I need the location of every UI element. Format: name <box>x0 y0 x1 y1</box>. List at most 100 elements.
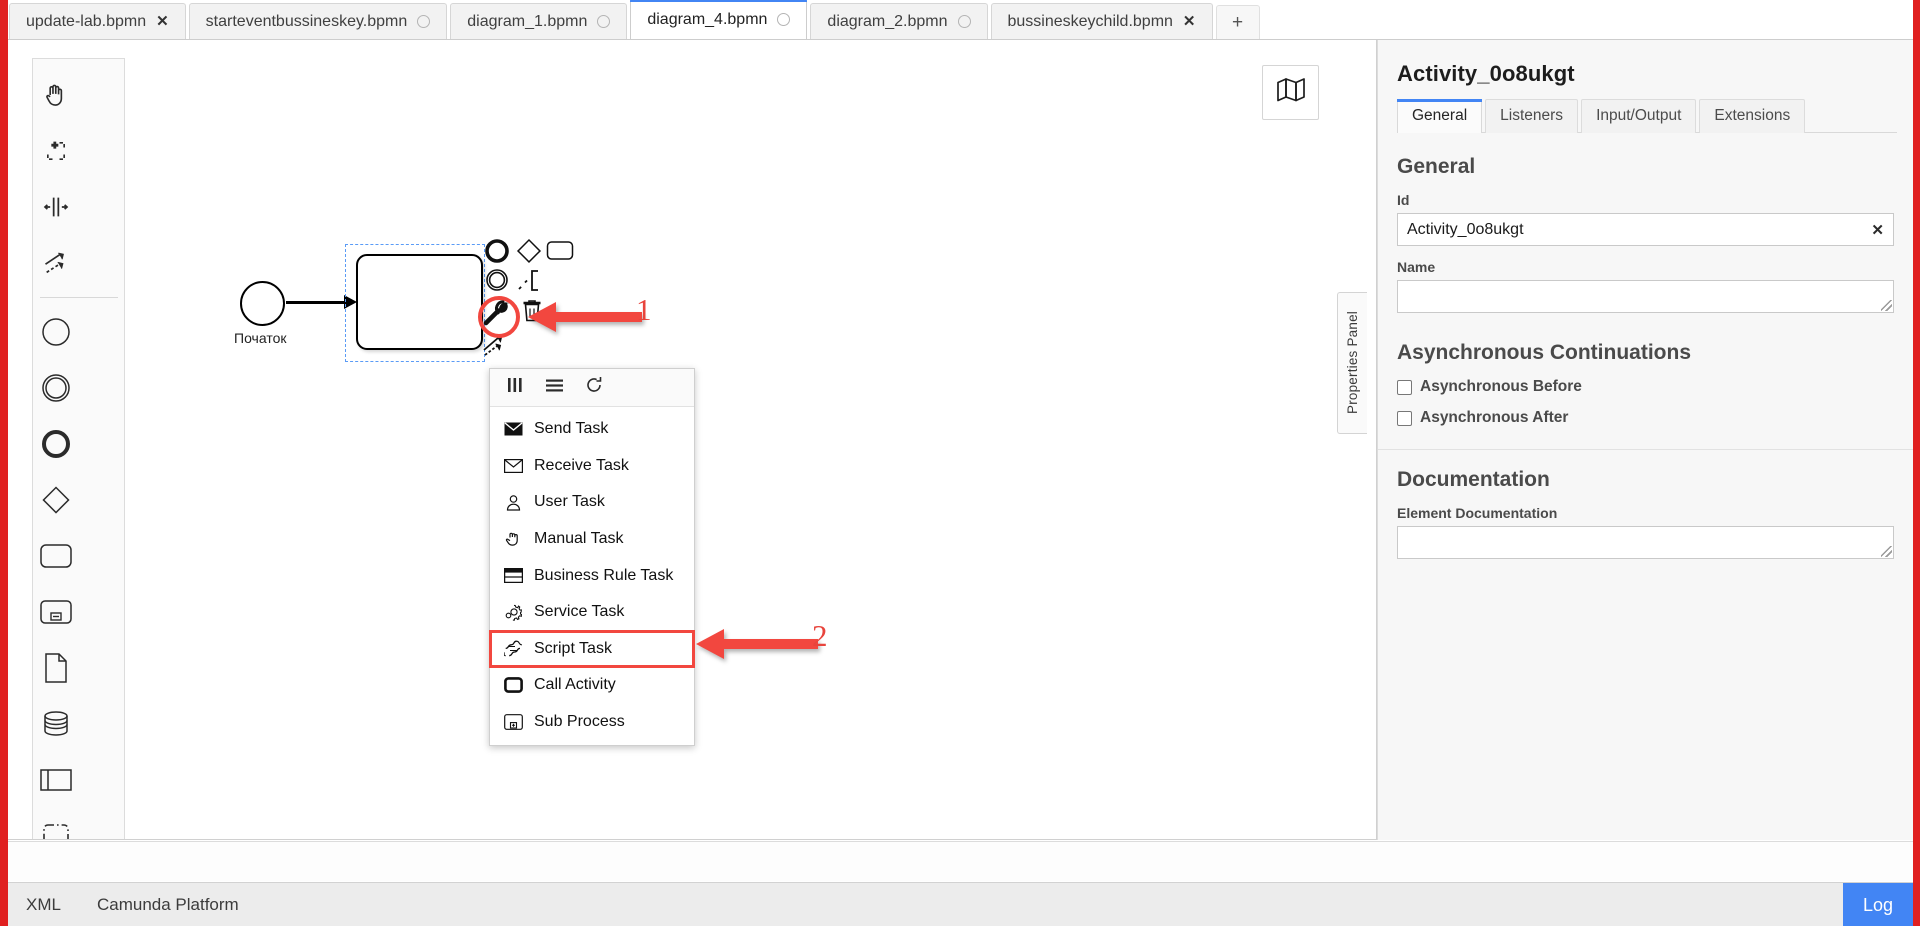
section-divider <box>1378 449 1913 450</box>
replace-item-call-activity[interactable]: Call Activity <box>490 667 694 704</box>
id-field-group: Id Activity_0o8ukgt ✕ <box>1397 192 1894 246</box>
loop-icon[interactable] <box>585 376 604 399</box>
clear-icon[interactable]: ✕ <box>1871 221 1884 239</box>
connect-tool-icon[interactable] <box>33 235 79 291</box>
group-icon[interactable] <box>33 808 79 839</box>
unsaved-dot-icon[interactable] <box>417 15 431 28</box>
name-field-label: Name <box>1397 259 1436 275</box>
replace-item-label: Call Activity <box>534 676 616 694</box>
append-text-annotation-icon[interactable] <box>516 267 546 295</box>
name-textarea[interactable] <box>1397 280 1894 313</box>
general-section-heading: General <box>1397 155 1476 178</box>
start-event-icon[interactable] <box>33 304 79 360</box>
replace-item-manual-task[interactable]: Manual Task <box>490 521 694 558</box>
editor-tab-5[interactable]: bussineskeychild.bpmn ✕ <box>990 3 1213 39</box>
append-intermediate-event-icon[interactable] <box>484 267 510 293</box>
editor-tab-label: starteventbussineskey.bpmn <box>205 12 408 30</box>
data-store-reference-icon[interactable] <box>33 696 79 752</box>
bpmn-canvas[interactable]: Початок Send Task Receive Task User Task… <box>8 40 1377 840</box>
replace-item-service-task[interactable]: Service Task <box>490 594 694 631</box>
replace-item-label: Service Task <box>534 603 625 621</box>
unsaved-dot-icon[interactable] <box>777 13 791 26</box>
log-button[interactable]: Log <box>1843 883 1913 926</box>
editor-tab-0[interactable]: update-lab.bpmn ✕ <box>9 3 186 39</box>
replace-item-label: User Task <box>534 493 605 511</box>
palette-divider <box>39 297 118 298</box>
editor-tab-label: bussineskeychild.bpmn <box>1007 12 1173 30</box>
unsaved-dot-icon[interactable] <box>957 15 971 28</box>
status-item-camunda-platform[interactable]: Camunda Platform <box>79 895 257 915</box>
id-input-value: Activity_0o8ukgt <box>1407 220 1524 238</box>
intermediate-event-icon[interactable] <box>33 360 79 416</box>
replace-item-user-task[interactable]: User Task <box>490 484 694 521</box>
replace-item-business-rule-task[interactable]: Business Rule Task <box>490 557 694 594</box>
left-edge-stripe <box>0 0 8 926</box>
receive-task-icon <box>503 456 523 476</box>
close-icon[interactable]: ✕ <box>1183 14 1196 29</box>
manual-task-icon <box>503 529 523 549</box>
append-task-icon[interactable] <box>546 240 574 262</box>
replace-item-receive-task[interactable]: Receive Task <box>490 448 694 485</box>
properties-panel-handle[interactable]: Properties Panel <box>1337 292 1367 434</box>
editor-tab-label: update-lab.bpmn <box>26 12 147 30</box>
bpmn-task-shape[interactable] <box>356 254 483 350</box>
append-end-event-icon[interactable] <box>484 238 510 264</box>
hand-tool-icon[interactable] <box>33 67 79 123</box>
list-icon[interactable] <box>545 378 564 398</box>
bpmn-start-event-label: Початок <box>234 330 287 346</box>
minimap-toggle-button[interactable] <box>1262 65 1319 120</box>
properties-panel: Activity_0o8ukgt General Listeners Input… <box>1377 40 1913 840</box>
bpmn-sequence-flow[interactable] <box>286 301 348 304</box>
editor-tab-1[interactable]: starteventbussineskey.bpmn <box>188 3 448 39</box>
data-object-reference-icon[interactable] <box>33 640 79 696</box>
replace-item-sub-process[interactable]: Sub Process <box>490 704 694 741</box>
pool-icon[interactable] <box>33 752 79 808</box>
element-documentation-textarea[interactable] <box>1397 526 1894 559</box>
status-item-xml[interactable]: XML <box>8 895 79 915</box>
service-task-icon <box>503 602 523 622</box>
annotation-arrow-2 <box>696 629 818 659</box>
participant-icon[interactable] <box>33 584 79 640</box>
id-input[interactable]: Activity_0o8ukgt ✕ <box>1397 213 1894 246</box>
replace-item-label: Receive Task <box>534 456 629 474</box>
editor-tab-2[interactable]: diagram_1.bpmn <box>450 3 628 39</box>
space-tool-icon[interactable] <box>33 179 79 235</box>
tab-listeners[interactable]: Listeners <box>1485 99 1579 133</box>
replace-item-label: Sub Process <box>534 713 625 731</box>
new-tab-button[interactable]: + <box>1215 5 1260 39</box>
append-gateway-icon[interactable] <box>516 238 542 264</box>
editor-tab-label: diagram_1.bpmn <box>467 12 588 30</box>
properties-panel-handle-label: Properties Panel <box>1345 311 1360 415</box>
async-before-checkbox[interactable] <box>1397 379 1412 395</box>
replace-menu-header <box>490 369 694 407</box>
replace-item-script-task[interactable]: Script Task <box>489 629 695 669</box>
async-after-checkbox[interactable] <box>1397 410 1412 426</box>
element-documentation-label: Element Documentation <box>1397 505 1558 521</box>
async-after-label: Asynchronous After <box>1420 409 1569 426</box>
gateway-icon[interactable] <box>33 472 79 528</box>
tab-extensions[interactable]: Extensions <box>1699 99 1806 133</box>
bpmn-start-event[interactable] <box>240 281 285 326</box>
close-icon[interactable]: ✕ <box>156 14 169 29</box>
editor-tab-3[interactable]: diagram_4.bpmn <box>630 0 808 39</box>
async-after-row[interactable]: Asynchronous After <box>1397 409 1913 427</box>
element-documentation-group: Element Documentation <box>1397 505 1894 559</box>
tab-input-output[interactable]: Input/Output <box>1581 99 1697 133</box>
bpmn-palette <box>32 58 125 839</box>
sub-process-icon <box>503 712 523 732</box>
documentation-section-heading: Documentation <box>1397 468 1550 491</box>
editor-tab-4[interactable]: diagram_2.bpmn <box>810 3 988 39</box>
async-before-row[interactable]: Asynchronous Before <box>1397 378 1913 396</box>
map-icon <box>1276 77 1306 108</box>
script-task-icon <box>503 639 523 659</box>
task-icon[interactable] <box>33 528 79 584</box>
business-rule-task-icon <box>503 566 523 586</box>
replace-item-send-task[interactable]: Send Task <box>490 411 694 448</box>
lasso-tool-icon[interactable] <box>33 123 79 179</box>
columns-icon[interactable] <box>507 377 524 398</box>
unsaved-dot-icon[interactable] <box>597 15 611 28</box>
tab-general[interactable]: General <box>1397 99 1483 133</box>
app-root: update-lab.bpmn ✕ starteventbussineskey.… <box>0 0 1920 926</box>
end-event-icon[interactable] <box>33 416 79 472</box>
right-edge-stripe <box>1913 0 1920 926</box>
